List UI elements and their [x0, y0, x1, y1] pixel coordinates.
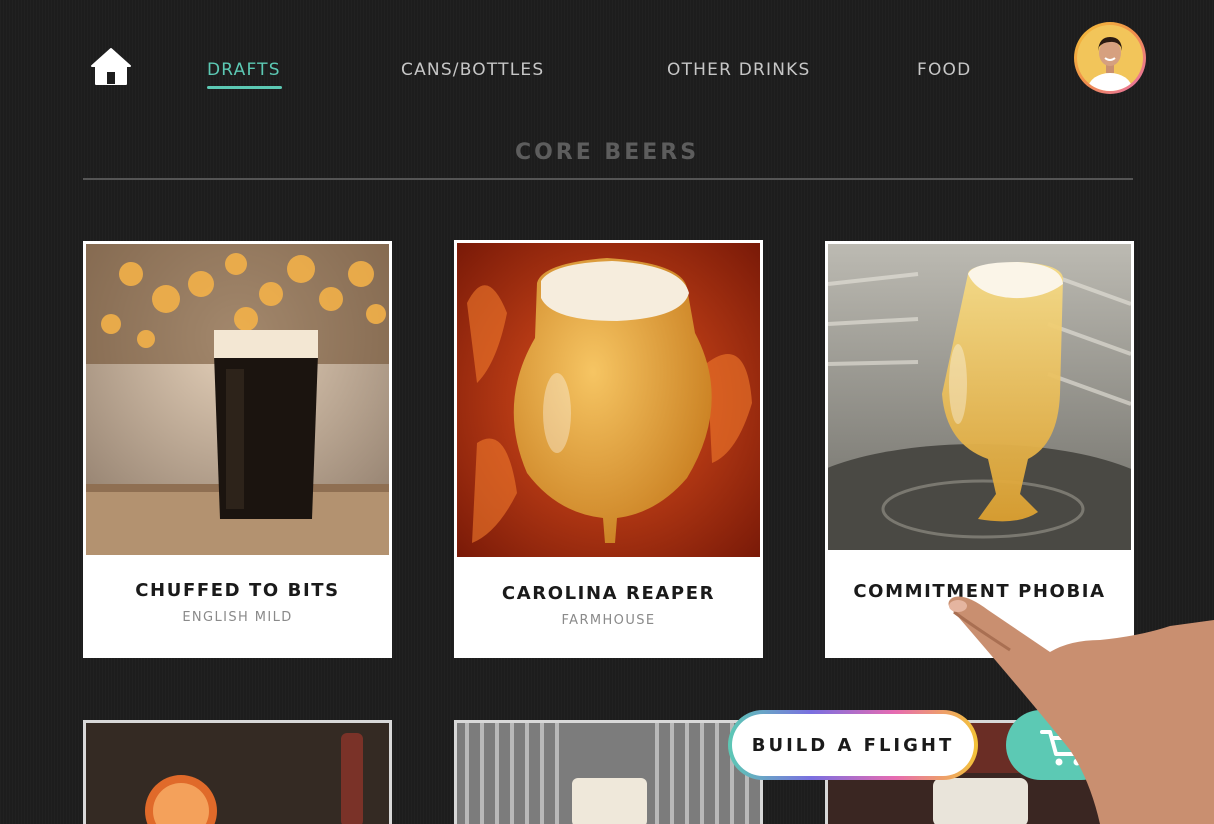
beer-photo — [86, 723, 389, 824]
tab-cans-bottles[interactable]: CANS/BOTTLES — [401, 60, 544, 80]
tab-other-drinks[interactable]: OTHER DRINKS — [667, 60, 810, 80]
beer-name: CAROLINA REAPER — [501, 583, 716, 604]
beer-card[interactable]: COMMITMENT PHOBIA — [825, 241, 1134, 658]
active-tab-indicator — [207, 86, 282, 89]
section-title: CORE BEERS — [514, 140, 700, 165]
tab-drafts[interactable]: DRAFTS — [207, 60, 281, 80]
beer-photo — [457, 723, 760, 824]
beer-card[interactable] — [83, 720, 392, 824]
cart-button[interactable] — [1006, 710, 1116, 780]
avatar-photo — [1077, 25, 1143, 91]
beer-style: FARMHOUSE — [561, 613, 656, 628]
beer-name: CHUFFED TO BITS — [135, 580, 340, 601]
beer-card[interactable] — [454, 720, 763, 824]
section-divider — [83, 178, 1133, 180]
build-flight-button[interactable]: BUILD A FLIGHT — [728, 710, 978, 780]
cart-icon — [1040, 730, 1088, 766]
beer-style: ENGLISH MILD — [182, 610, 293, 625]
home-button[interactable] — [90, 46, 132, 86]
beer-photo — [828, 244, 1131, 550]
beer-photo — [86, 244, 389, 555]
user-avatar[interactable] — [1074, 22, 1146, 94]
beer-photo — [457, 243, 760, 557]
build-flight-label: BUILD A FLIGHT — [732, 714, 974, 776]
beer-card[interactable]: CHUFFED TO BITS ENGLISH MILD — [83, 241, 392, 658]
beer-card[interactable]: CAROLINA REAPER FARMHOUSE — [454, 240, 763, 658]
tab-food[interactable]: FOOD — [917, 60, 971, 80]
beer-name: COMMITMENT PHOBIA — [853, 581, 1106, 602]
home-icon — [91, 48, 131, 85]
